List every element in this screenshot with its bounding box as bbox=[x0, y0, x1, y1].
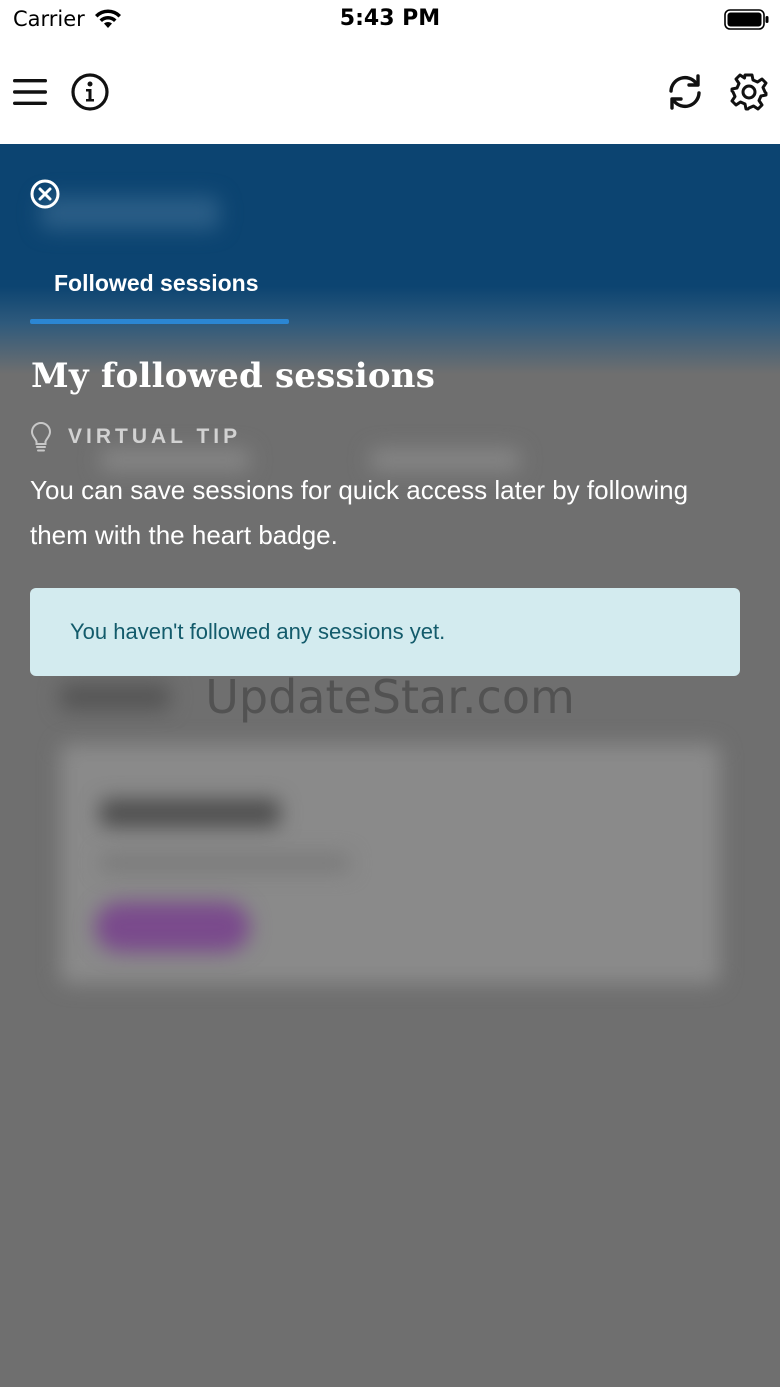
blurred-card-title-placeholder bbox=[100, 799, 280, 827]
virtual-tip-text: You can save sessions for quick access l… bbox=[30, 475, 689, 550]
virtual-tip-label: VIRTUAL TIP bbox=[68, 425, 242, 448]
battery-icon bbox=[724, 9, 769, 30]
menu-button[interactable] bbox=[8, 70, 52, 114]
info-button[interactable] bbox=[68, 70, 112, 114]
empty-state-message: You haven't followed any sessions yet. bbox=[70, 619, 446, 644]
nav-bar bbox=[0, 44, 780, 144]
refresh-icon bbox=[669, 74, 701, 110]
close-circle-icon bbox=[30, 179, 60, 209]
empty-state-alert: You haven't followed any sessions yet. bbox=[30, 588, 740, 676]
settings-button[interactable] bbox=[727, 70, 771, 114]
tab-active-indicator bbox=[30, 319, 289, 324]
watermark: UpdateStar.com bbox=[205, 670, 575, 724]
status-bar: Carrier 5:43 PM bbox=[0, 0, 780, 44]
gear-icon bbox=[730, 73, 768, 111]
blurred-card-button-placeholder bbox=[95, 902, 250, 952]
clock-time: 5:43 PM bbox=[339, 6, 441, 31]
blurred-title-placeholder bbox=[40, 196, 220, 230]
page-title: My followed sessions bbox=[31, 356, 436, 396]
info-icon bbox=[71, 73, 109, 111]
virtual-tip-header: VIRTUAL TIP bbox=[30, 420, 241, 454]
refresh-button[interactable] bbox=[663, 70, 707, 114]
close-button[interactable] bbox=[29, 178, 61, 210]
blurred-card-text-placeholder bbox=[100, 854, 350, 872]
tab-label: Followed sessions bbox=[54, 270, 259, 296]
hamburger-menu-icon bbox=[13, 79, 47, 105]
lightbulb-icon bbox=[30, 421, 52, 452]
tab-followed-sessions[interactable]: Followed sessions bbox=[30, 258, 289, 324]
dimmed-background bbox=[0, 144, 780, 1387]
